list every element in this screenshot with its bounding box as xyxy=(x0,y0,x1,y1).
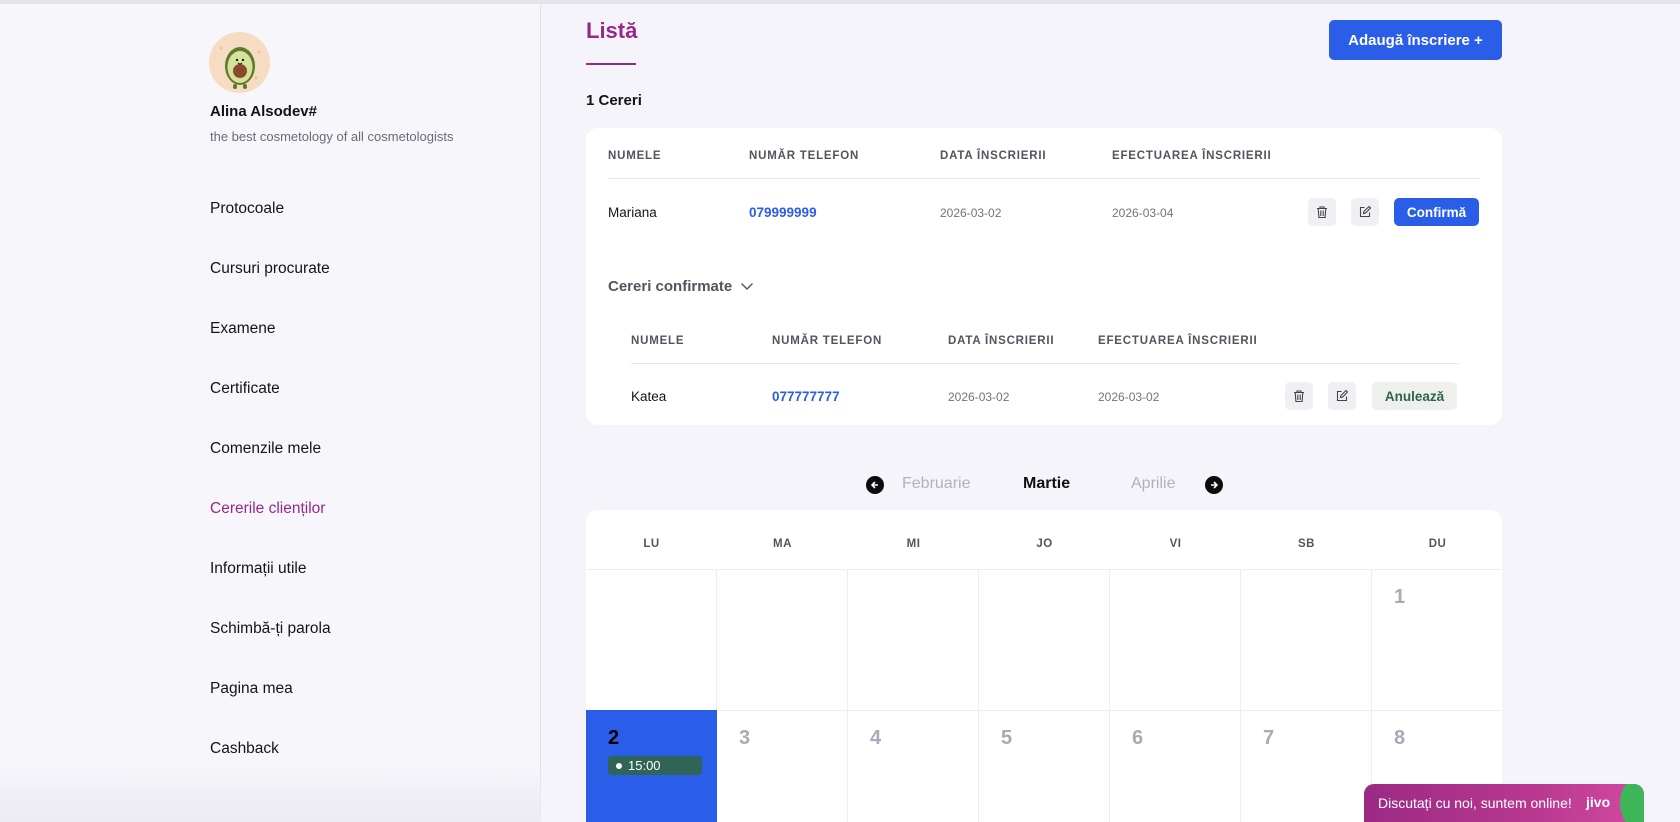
chat-brand-logo: jivo xyxy=(1586,794,1611,810)
weekday-label: JO xyxy=(1036,538,1053,550)
event-chip[interactable]: 15:00 xyxy=(608,756,702,775)
cancel-button[interactable]: Anulează xyxy=(1372,382,1457,410)
calendar-day-empty xyxy=(717,569,848,710)
sidebar-item-comenzile-mele[interactable]: Comenzile mele xyxy=(210,440,331,500)
page-title: Listă xyxy=(586,18,638,43)
sidebar-nav: Protocoale Cursuri procurate Examene Cer… xyxy=(210,200,331,800)
column-header-appointment: EFECTUAREA ÎNSCRIERII xyxy=(1112,150,1272,162)
confirmed-delete-button[interactable] xyxy=(1285,382,1313,410)
add-registration-button[interactable]: Adaugă înscriere + xyxy=(1329,20,1502,60)
calendar-day-empty xyxy=(586,569,717,710)
event-dot-icon xyxy=(616,762,622,769)
sidebar-item-cererile-clientilor[interactable]: Cererile clienților xyxy=(210,500,331,560)
chevron-down-icon xyxy=(741,283,754,290)
calendar-day[interactable]: 6 xyxy=(1110,710,1241,822)
day-number: 2 xyxy=(608,727,620,749)
column-header-signup-date: DATA ÎNSCRIERII xyxy=(940,150,1047,162)
sidebar-item-examene[interactable]: Examene xyxy=(210,320,331,380)
confirmed-column-header-signup-date: DATA ÎNSCRIERII xyxy=(948,335,1055,347)
edit-icon xyxy=(1359,205,1372,218)
row-phone-link[interactable]: 079999999 xyxy=(749,205,817,220)
request-count: 1 Cereri xyxy=(586,92,642,109)
calendar-day-empty xyxy=(1241,569,1372,710)
confirmed-column-header-phone: NUMĂR TELEFON xyxy=(772,335,883,347)
row-signup-date: 2026-03-02 xyxy=(940,206,1002,220)
current-month-label: Martie xyxy=(1023,475,1071,492)
profile-name: Alina Alsodev# xyxy=(210,103,317,120)
requests-card: NUMELE NUMĂR TELEFON DATA ÎNSCRIERII EFE… xyxy=(586,128,1502,425)
column-header-phone: NUMĂR TELEFON xyxy=(749,150,860,162)
calendar-day[interactable]: 4 xyxy=(848,710,979,822)
arrow-left-icon xyxy=(870,481,878,489)
weekday-label: MI xyxy=(906,538,921,550)
avocado-avatar-icon xyxy=(209,32,270,93)
event-time: 15:00 xyxy=(628,758,661,773)
confirmed-requests-toggle[interactable]: Cereri confirmate xyxy=(608,278,754,295)
weekday-label: DU xyxy=(1428,538,1447,550)
day-number: 7 xyxy=(1263,727,1275,749)
calendar-day[interactable]: 5 xyxy=(979,710,1110,822)
confirmed-header-divider xyxy=(631,363,1459,364)
next-month-button[interactable] xyxy=(1205,476,1223,494)
sidebar-fade xyxy=(0,762,541,822)
confirmed-row-signup-date: 2026-03-02 xyxy=(948,390,1010,404)
confirmed-column-header-name: NUMELE xyxy=(631,335,685,347)
calendar: LU MA MI JO VI SB DU 1 2 15:00 3 4 5 6 7… xyxy=(586,510,1502,822)
confirmed-row-name: Katea xyxy=(631,389,667,404)
profile-subtitle: the best cosmetology of all cosmetologis… xyxy=(210,129,454,144)
day-number: 6 xyxy=(1132,727,1144,749)
weekday-label: VI xyxy=(1169,538,1182,550)
month-navigation: Februarie Martie Aprilie xyxy=(866,470,1226,500)
sidebar-item-protocoale[interactable]: Protocoale xyxy=(210,200,331,260)
trash-icon xyxy=(1294,390,1304,403)
day-number: 3 xyxy=(739,727,751,749)
avatar[interactable] xyxy=(209,32,270,93)
calendar-day[interactable]: 3 xyxy=(717,710,848,822)
sidebar-item-certificate[interactable]: Certificate xyxy=(210,380,331,440)
weekday-label: MA xyxy=(773,538,792,550)
trash-icon xyxy=(1317,206,1327,219)
sidebar-item-informatii-utile[interactable]: Informații utile xyxy=(210,560,331,620)
prev-month-label[interactable]: Februarie xyxy=(902,475,970,493)
chat-status-icon xyxy=(1620,784,1644,822)
calendar-day[interactable]: 1 xyxy=(1372,569,1502,710)
delete-button[interactable] xyxy=(1308,198,1336,226)
day-number: 4 xyxy=(870,727,882,749)
sidebar-item-pagina-mea[interactable]: Pagina mea xyxy=(210,680,331,740)
row-appointment-date: 2026-03-04 xyxy=(1112,206,1174,220)
confirm-button[interactable]: Confirmă xyxy=(1394,198,1479,226)
weekday-label: SB xyxy=(1298,538,1315,550)
day-number: 8 xyxy=(1394,727,1406,749)
next-month-label[interactable]: Aprilie xyxy=(1131,475,1175,493)
weekday-label: LU xyxy=(643,538,660,550)
day-number: 1 xyxy=(1394,586,1406,608)
chat-widget[interactable]: Discutați cu noi, suntem online! jivo xyxy=(1364,784,1644,822)
confirmed-toggle-label: Cereri confirmate xyxy=(608,278,733,295)
sidebar-item-schimba-parola[interactable]: Schimbă-ți parola xyxy=(210,620,331,680)
calendar-day-empty xyxy=(848,569,979,710)
day-number: 5 xyxy=(1001,727,1013,749)
arrow-right-icon xyxy=(1211,481,1219,489)
calendar-day-empty xyxy=(979,569,1110,710)
confirmed-row-phone-link[interactable]: 077777777 xyxy=(772,389,840,404)
chat-widget-text: Discutați cu noi, suntem online! xyxy=(1378,795,1572,811)
confirmed-column-header-appointment: EFECTUAREA ÎNSCRIERII xyxy=(1098,335,1258,347)
confirmed-row-appointment-date: 2026-03-02 xyxy=(1098,390,1160,404)
header-divider xyxy=(608,178,1480,179)
confirmed-edit-button[interactable] xyxy=(1328,382,1356,410)
column-header-name: NUMELE xyxy=(608,150,662,162)
row-name: Mariana xyxy=(608,205,657,220)
calendar-day-today[interactable]: 2 15:00 xyxy=(586,710,717,822)
title-underline xyxy=(586,63,636,65)
calendar-day-empty xyxy=(1110,569,1241,710)
edit-icon xyxy=(1336,389,1349,402)
prev-month-button[interactable] xyxy=(866,476,884,494)
sidebar: Alina Alsodev# the best cosmetology of a… xyxy=(0,4,541,822)
calendar-day[interactable]: 7 xyxy=(1241,710,1372,822)
edit-button[interactable] xyxy=(1351,198,1379,226)
sidebar-item-cursuri-procurate[interactable]: Cursuri procurate xyxy=(210,260,331,320)
